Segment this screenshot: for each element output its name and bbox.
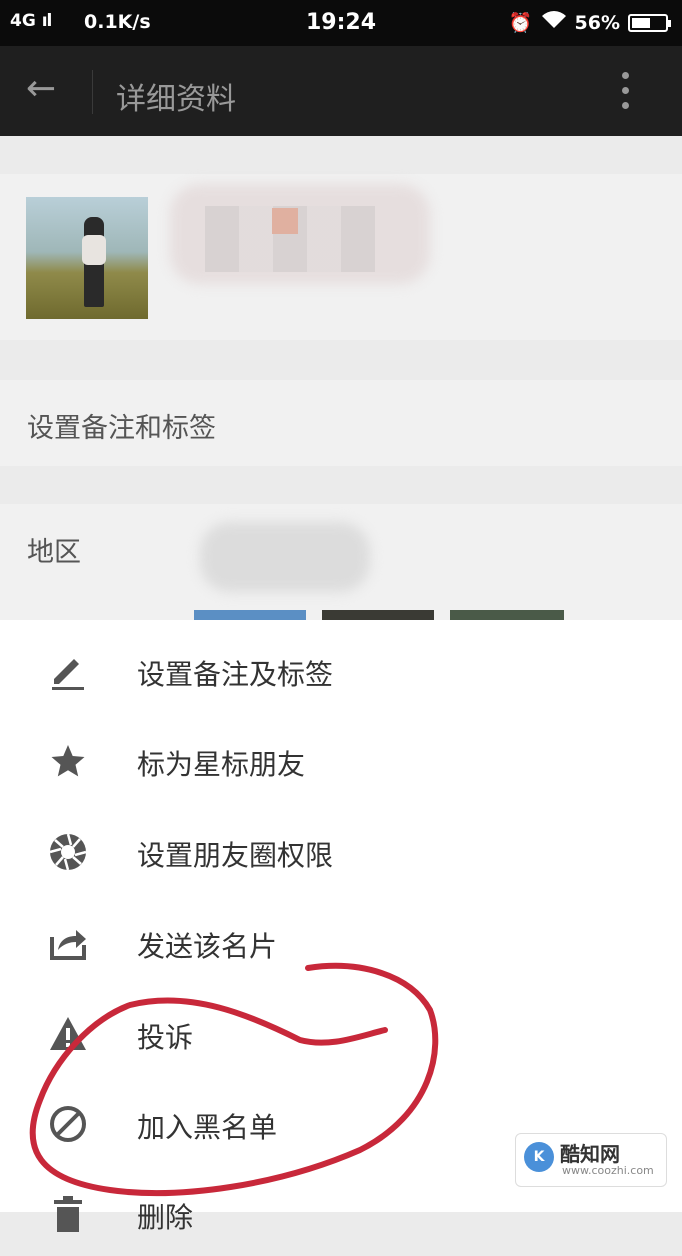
watermark-logo: K [524, 1142, 554, 1172]
red-circle-annotation [29, 962, 439, 1196]
watermark-url: www.coozhi.com [562, 1164, 654, 1177]
watermark-name: 酷知网 [560, 1142, 620, 1166]
watermark: K 酷知网 www.coozhi.com [515, 1133, 667, 1187]
